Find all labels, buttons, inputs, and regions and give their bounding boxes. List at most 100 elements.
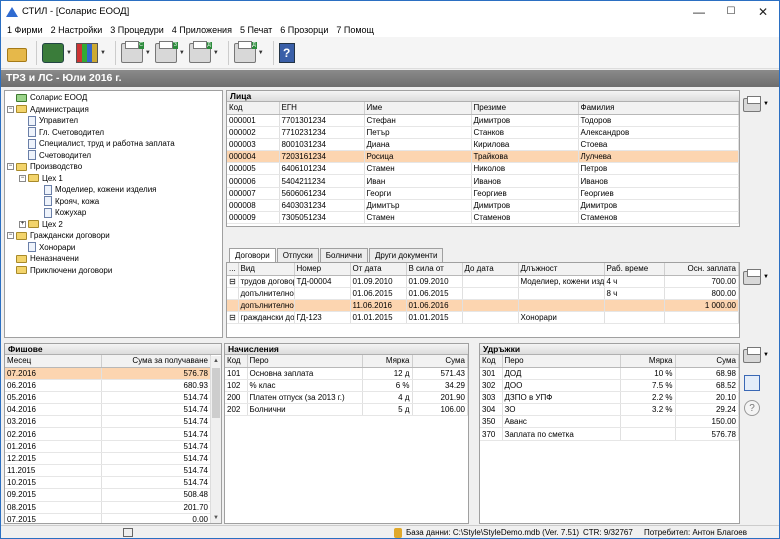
close-button[interactable]: ✕ xyxy=(747,1,779,22)
table-row[interactable]: 06.2016 680.93 xyxy=(5,379,211,392)
print-dd-button[interactable]: ДД ▼ xyxy=(233,40,264,65)
tab-other-documents[interactable]: Други документи xyxy=(368,248,444,262)
table-row[interactable]: 11.2015 514.74 xyxy=(5,464,211,478)
table-row[interactable]: 12.2015 514.74 xyxy=(5,452,211,466)
table-row[interactable]: 09.2015 508.48 xyxy=(5,488,211,502)
col-expand[interactable]: ... xyxy=(227,263,239,276)
col-to-date[interactable]: До дата xyxy=(462,263,519,276)
table-row[interactable]: 04.2016 514.74 xyxy=(5,403,211,417)
col-position[interactable]: Длъжност xyxy=(518,263,605,276)
scroll-down-icon[interactable]: ▼ xyxy=(211,513,221,523)
open-button[interactable] xyxy=(7,41,27,65)
tab-leaves[interactable]: Отпуски xyxy=(276,248,319,262)
tree-node[interactable]: Моделиер, кожени изделия xyxy=(44,184,157,195)
payslips-scrollbar[interactable]: ▲ ▼ xyxy=(210,356,221,523)
menu-print[interactable]: 5 Печат xyxy=(240,25,272,35)
col-egn[interactable]: ЕГН xyxy=(279,102,365,115)
scroll-up-icon[interactable]: ▲ xyxy=(211,356,221,366)
table-row[interactable]: 05.2016 514.74 xyxy=(5,391,211,405)
col-measure[interactable]: Мярка xyxy=(362,355,413,368)
table-row[interactable]: 302 ДОО 7.5 % 68.52 xyxy=(480,379,739,392)
table-row[interactable]: 000008 6403031234 Димитър Димитров Димитров xyxy=(227,199,739,213)
tree-node[interactable]: Соларис ЕООД xyxy=(16,92,87,103)
table-row[interactable]: 000007 5606061234 Георги Георгиев Георгиев xyxy=(227,187,739,200)
col-number[interactable]: Номер xyxy=(294,263,351,276)
help-button[interactable]: ? xyxy=(278,41,295,65)
col-code[interactable]: Код xyxy=(225,355,248,368)
tree-node[interactable]: Кожухар xyxy=(44,207,86,218)
expand-toggle-icon[interactable]: − xyxy=(7,163,14,170)
table-row[interactable]: ⊟ трудов договор ТД-00004 01.09.2010 01.09.2… xyxy=(227,275,739,288)
table-row[interactable]: 000003 8001031234 Диана Кирилова Стоева xyxy=(227,138,739,152)
menu-settings[interactable]: 2 Настройки xyxy=(51,25,103,35)
tree-node[interactable]: Счетоводител xyxy=(28,150,91,161)
col-effective-from[interactable]: В сила от xyxy=(406,263,463,276)
print-contracts-button[interactable]: ▼ xyxy=(743,267,769,287)
tree-node[interactable]: Неназначени xyxy=(16,253,79,264)
table-row[interactable]: 10.2015 514.74 xyxy=(5,476,211,490)
settings-button[interactable]: ▼ xyxy=(42,41,72,65)
tree-node[interactable]: Специалист, труд и работна заплата xyxy=(28,138,175,149)
print-ls-button[interactable]: ЛС ▼ xyxy=(120,40,151,65)
col-item[interactable]: Перо xyxy=(247,355,363,368)
table-row[interactable]: 02.2016 514.74 xyxy=(5,427,211,441)
col-type[interactable]: Вид xyxy=(238,263,295,276)
table-row[interactable]: допълнително 11.06.2016 01.06.2016 1 000.00 xyxy=(227,299,739,313)
table-row[interactable]: 01.2016 514.74 xyxy=(5,440,211,453)
tree-node[interactable]: Крояч, кожа xyxy=(44,196,99,207)
table-row[interactable]: 07.2016 576.78 xyxy=(5,367,211,380)
col-family-name[interactable]: Фамилия xyxy=(578,102,739,115)
tree-node[interactable]: Управител xyxy=(28,115,78,126)
col-code[interactable]: Код xyxy=(480,355,503,368)
menu-windows[interactable]: 6 Прозорци xyxy=(280,25,328,35)
maximize-button[interactable]: ☐ xyxy=(715,1,747,22)
tree-node[interactable]: Хонорари xyxy=(28,242,75,253)
table-row[interactable]: 000004 7203161234 Росица Трайкова Лулчева xyxy=(227,150,739,164)
tree-node[interactable]: Гл. Счетоводител xyxy=(28,127,104,138)
menu-help[interactable]: 7 Помощ xyxy=(336,25,374,35)
col-name[interactable]: Име xyxy=(364,102,472,115)
table-row[interactable]: ⊟граждански договорГД-12301.01.201501.01… xyxy=(227,311,739,325)
table-row[interactable]: 200 Платен отпуск (за 2013 г.) 4 д 201.90 xyxy=(225,391,468,405)
expand-toggle-icon[interactable]: − xyxy=(19,174,26,182)
col-middle-name[interactable]: Презиме xyxy=(471,102,579,115)
tree-node[interactable]: − Производство xyxy=(7,161,82,172)
tab-sick-leaves[interactable]: Болнични xyxy=(319,248,368,262)
col-amount[interactable]: Сума xyxy=(675,355,739,368)
print-payslip-button[interactable]: ▼ xyxy=(743,345,769,365)
menu-applications[interactable]: 4 Приложения xyxy=(172,25,232,35)
tree-node[interactable]: − Администрация xyxy=(7,104,89,115)
table-row[interactable]: 102% клас 6 % 34.29 xyxy=(225,379,468,392)
expand-toggle-icon[interactable]: − xyxy=(7,105,14,113)
tree-node[interactable]: Приключени договори xyxy=(16,265,112,276)
table-row[interactable]: допълнително 01.06.2015 01.06.2015 8 ч 800.0… xyxy=(227,287,739,300)
table-row[interactable]: 301 ДОД 10 % 68.98 xyxy=(480,367,739,380)
tree-node[interactable]: − Граждански договори xyxy=(7,230,110,241)
col-item[interactable]: Перо xyxy=(502,355,621,368)
menu-firms[interactable]: 1 Фирми xyxy=(7,25,43,35)
table-row[interactable]: 370 Заплата по сметка 576.78 xyxy=(480,427,739,441)
tree-node[interactable]: − Цех 1 xyxy=(19,173,63,184)
query-button[interactable]: ? xyxy=(743,398,765,418)
table-row[interactable]: 08.2015 201.70 xyxy=(5,501,211,514)
col-base-salary[interactable]: Осн. заплата xyxy=(664,263,739,276)
scroll-thumb[interactable] xyxy=(212,368,220,418)
table-row[interactable]: 202 Болнични 5 д 106.00 xyxy=(225,403,468,417)
col-net-amount[interactable]: Сума за получаване xyxy=(101,355,211,368)
col-measure[interactable]: Мярка xyxy=(620,355,676,368)
table-row[interactable]: 304 ЗО 3.2 % 29.24 xyxy=(480,403,739,417)
table-row[interactable]: 000009 7305051234 Стамен Стаменов Стаменов xyxy=(227,211,739,225)
minimize-button[interactable]: — xyxy=(683,1,715,22)
menu-procedures[interactable]: 3 Процедури xyxy=(110,25,164,35)
tree-node[interactable]: + Цех 2 xyxy=(19,219,63,230)
table-row[interactable]: 303 ДЗПО в УПФ 2.2 % 20.10 xyxy=(480,391,739,405)
col-code[interactable]: Код xyxy=(227,102,280,115)
col-from-date[interactable]: От дата xyxy=(350,263,407,276)
col-month[interactable]: Месец xyxy=(5,355,102,368)
tab-contracts[interactable]: Договори xyxy=(229,248,276,263)
table-row[interactable]: 000001 7701301234 Стефан Димитров Тодоров xyxy=(227,114,739,127)
table-row[interactable]: 000006 5404211234 Иван Иванов Иванов xyxy=(227,174,739,188)
table-row[interactable]: 03.2016 514.74 xyxy=(5,415,211,429)
print-gd-button[interactable]: ГД ▼ xyxy=(188,40,219,65)
col-amount[interactable]: Сума xyxy=(412,355,468,368)
